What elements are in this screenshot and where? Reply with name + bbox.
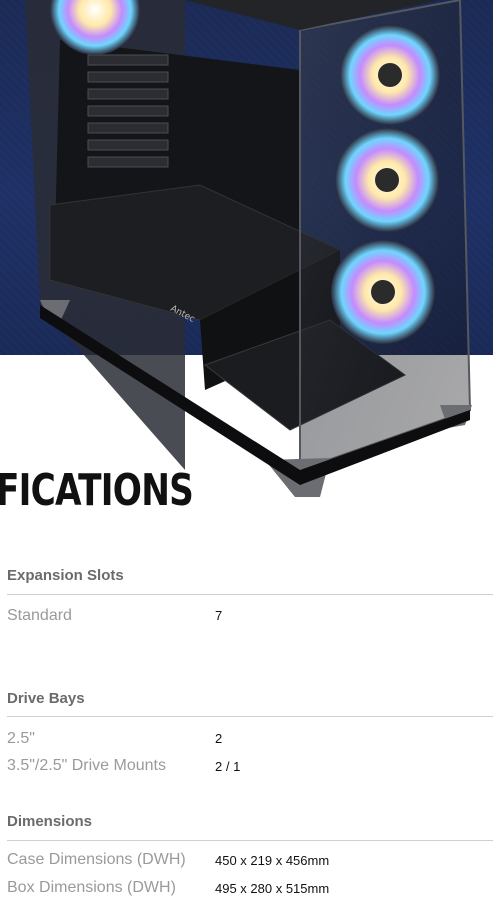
expansion-slot-covers	[87, 54, 169, 168]
pc-case-image: Antec	[25, 0, 472, 497]
spec-section-heading-dimensions: Dimensions	[7, 813, 93, 830]
section-divider	[7, 840, 493, 841]
spec-section-heading-expansion: Expansion Slots	[7, 567, 124, 584]
spec-value: 2	[215, 731, 223, 746]
section-divider	[7, 594, 493, 595]
spec-value: 495 x 280 x 515mm	[215, 881, 330, 896]
spec-label: Box Dimensions (DWH)	[7, 879, 176, 896]
spec-label: 2.5"	[7, 730, 35, 747]
section-title: FICATIONS	[0, 465, 194, 516]
spec-label: 3.5"/2.5" Drive Mounts	[7, 757, 166, 774]
spec-value: 7	[215, 608, 223, 623]
spec-section-heading-drive-bays: Drive Bays	[7, 690, 85, 707]
spec-label: Standard	[7, 607, 72, 624]
spec-label: Case Dimensions (DWH)	[7, 851, 186, 868]
spec-value: 2 / 1	[215, 759, 241, 774]
section-divider	[7, 716, 493, 717]
spec-value: 450 x 219 x 456mm	[215, 853, 330, 868]
